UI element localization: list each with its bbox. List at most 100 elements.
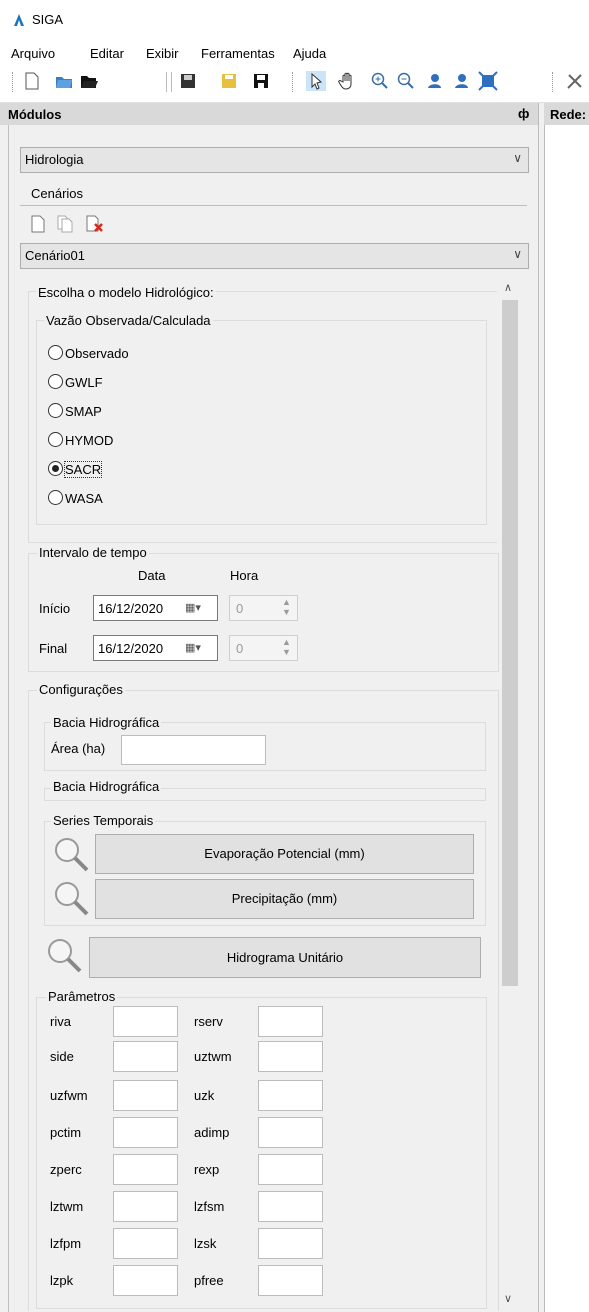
radio-circle: [48, 345, 63, 360]
param-input-riva[interactable]: [113, 1006, 178, 1037]
hydrogram-button[interactable]: Hidrograma Unitário: [89, 937, 481, 978]
param-input-uzfwm[interactable]: [113, 1080, 178, 1111]
radio-hymod[interactable]: HYMOD: [48, 432, 113, 448]
param-input-lztwm[interactable]: [113, 1191, 178, 1222]
panel-splitter[interactable]: [538, 103, 545, 1312]
copy-scenario-icon[interactable]: [57, 215, 73, 233]
menu-arquivo[interactable]: Arquivo: [11, 46, 55, 61]
radio-circle: [48, 403, 63, 418]
toolbar-grip: [552, 72, 555, 92]
toolbar-separator: [166, 72, 172, 92]
spinner-arrows-icon[interactable]: ▲ ▼: [282, 637, 291, 657]
param-input-pfree[interactable]: [258, 1265, 323, 1296]
module-select[interactable]: Hidrologia ∨: [20, 147, 529, 173]
param-label-side: side: [50, 1049, 74, 1064]
param-input-side[interactable]: [113, 1041, 178, 1072]
start-date-value: 16/12/2020: [98, 601, 164, 616]
pan-hand-icon[interactable]: [338, 71, 358, 91]
param-input-zperc[interactable]: [113, 1154, 178, 1185]
menu-ajuda[interactable]: Ajuda: [293, 46, 326, 61]
radio-gwlf[interactable]: GWLF: [48, 374, 103, 390]
radio-circle: [48, 374, 63, 389]
param-label-riva: riva: [50, 1014, 71, 1029]
param-input-rserv[interactable]: [258, 1006, 323, 1037]
radio-label: SMAP: [65, 404, 102, 419]
param-input-pctim[interactable]: [113, 1117, 178, 1148]
zoom-in-icon[interactable]: [370, 71, 390, 91]
user-remove-icon[interactable]: [451, 71, 471, 91]
param-label-pfree: pfree: [194, 1273, 224, 1288]
menu-ferramentas[interactable]: Ferramentas: [201, 46, 275, 61]
series-label: Series Temporais: [51, 813, 156, 828]
app-title: SIGA: [32, 12, 64, 27]
calendar-icon[interactable]: ▦▾: [185, 601, 201, 614]
scroll-down-icon[interactable]: ∨: [504, 1292, 512, 1305]
param-input-adimp[interactable]: [258, 1117, 323, 1148]
chevron-down-icon: ∨: [513, 151, 522, 165]
pin-icon[interactable]: ф: [518, 106, 529, 121]
start-date-picker[interactable]: 16/12/2020 ▦▾: [93, 595, 218, 621]
param-label-rserv: rserv: [194, 1014, 223, 1029]
magnifier-icon[interactable]: [53, 836, 91, 874]
param-label-lzpk: lzpk: [50, 1273, 74, 1288]
toolbar-grip: [292, 72, 295, 92]
radio-observado[interactable]: Observado: [48, 345, 129, 361]
time-interval-label: Intervalo de tempo: [37, 545, 149, 560]
end-hour-spinner[interactable]: 0 ▲ ▼: [229, 635, 298, 661]
evaporation-button[interactable]: Evaporação Potencial (mm): [95, 834, 474, 874]
parameters-label: Parâmetros: [46, 989, 118, 1004]
new-icon[interactable]: [22, 71, 42, 91]
precipitation-button[interactable]: Precipitação (mm): [95, 879, 474, 919]
radio-sacr[interactable]: SACR: [48, 461, 103, 478]
save-icon[interactable]: [178, 71, 198, 91]
start-label: Início: [39, 601, 71, 616]
radio-label: WASA: [65, 491, 103, 506]
param-input-lzpk[interactable]: [113, 1265, 178, 1296]
magnifier-icon[interactable]: [53, 880, 91, 918]
edit-icon[interactable]: [219, 71, 239, 91]
param-label-uzk: uzk: [194, 1088, 215, 1103]
menu-editar[interactable]: Editar: [90, 46, 124, 61]
save-all-icon[interactable]: [251, 71, 271, 91]
area-input[interactable]: [121, 735, 266, 765]
start-hour-spinner[interactable]: 0 ▲ ▼: [229, 595, 298, 621]
param-label-pctim: pctim: [50, 1125, 82, 1140]
new-scenario-icon[interactable]: [30, 215, 46, 233]
area-label: Área (ha): [51, 741, 106, 756]
scenario-select[interactable]: Cenário01 ∨: [20, 243, 529, 269]
zoom-extent-icon[interactable]: [478, 71, 498, 91]
scenarios-label: Cenários: [29, 186, 86, 201]
module-select-value: Hidrologia: [25, 152, 84, 167]
toolbar-grip: [12, 72, 15, 92]
param-input-lzfpm[interactable]: [113, 1228, 178, 1259]
user-icon[interactable]: [424, 71, 444, 91]
radio-wasa[interactable]: WASA: [48, 490, 103, 506]
radio-circle: [48, 432, 63, 447]
menu-exibir[interactable]: Exibir: [146, 46, 179, 61]
scrollbar-thumb[interactable]: [502, 300, 518, 986]
delete-scenario-icon[interactable]: [86, 215, 104, 233]
panel-header: [0, 103, 538, 125]
calendar-icon[interactable]: ▦▾: [185, 641, 201, 654]
param-input-rexp[interactable]: [258, 1154, 323, 1185]
param-input-uzk[interactable]: [258, 1080, 323, 1111]
magnifier-icon[interactable]: [46, 937, 84, 975]
param-input-lzfsm[interactable]: [258, 1191, 323, 1222]
open-folder-icon[interactable]: [79, 71, 99, 91]
param-label-lzfpm: lzfpm: [50, 1236, 82, 1251]
param-input-lzsk[interactable]: [258, 1228, 323, 1259]
tools-icon[interactable]: [565, 71, 585, 91]
spinner-arrows-icon[interactable]: ▲ ▼: [282, 597, 291, 617]
scroll-up-icon[interactable]: ∧: [504, 281, 512, 294]
scenarios-divider: [20, 205, 527, 206]
right-panel-title: Rede:: [550, 107, 587, 122]
param-label-uzfwm: uzfwm: [50, 1088, 88, 1103]
radio-smap[interactable]: SMAP: [48, 403, 102, 419]
end-date-picker[interactable]: 16/12/2020 ▦▾: [93, 635, 218, 661]
scenario-select-value: Cenário01: [25, 248, 85, 263]
pointer-icon[interactable]: [306, 71, 326, 91]
open-icon[interactable]: [54, 71, 74, 91]
zoom-out-icon[interactable]: [396, 71, 416, 91]
param-input-uztwm[interactable]: [258, 1041, 323, 1072]
model-choice-label: Escolha o modelo Hidrológico:: [36, 285, 216, 300]
